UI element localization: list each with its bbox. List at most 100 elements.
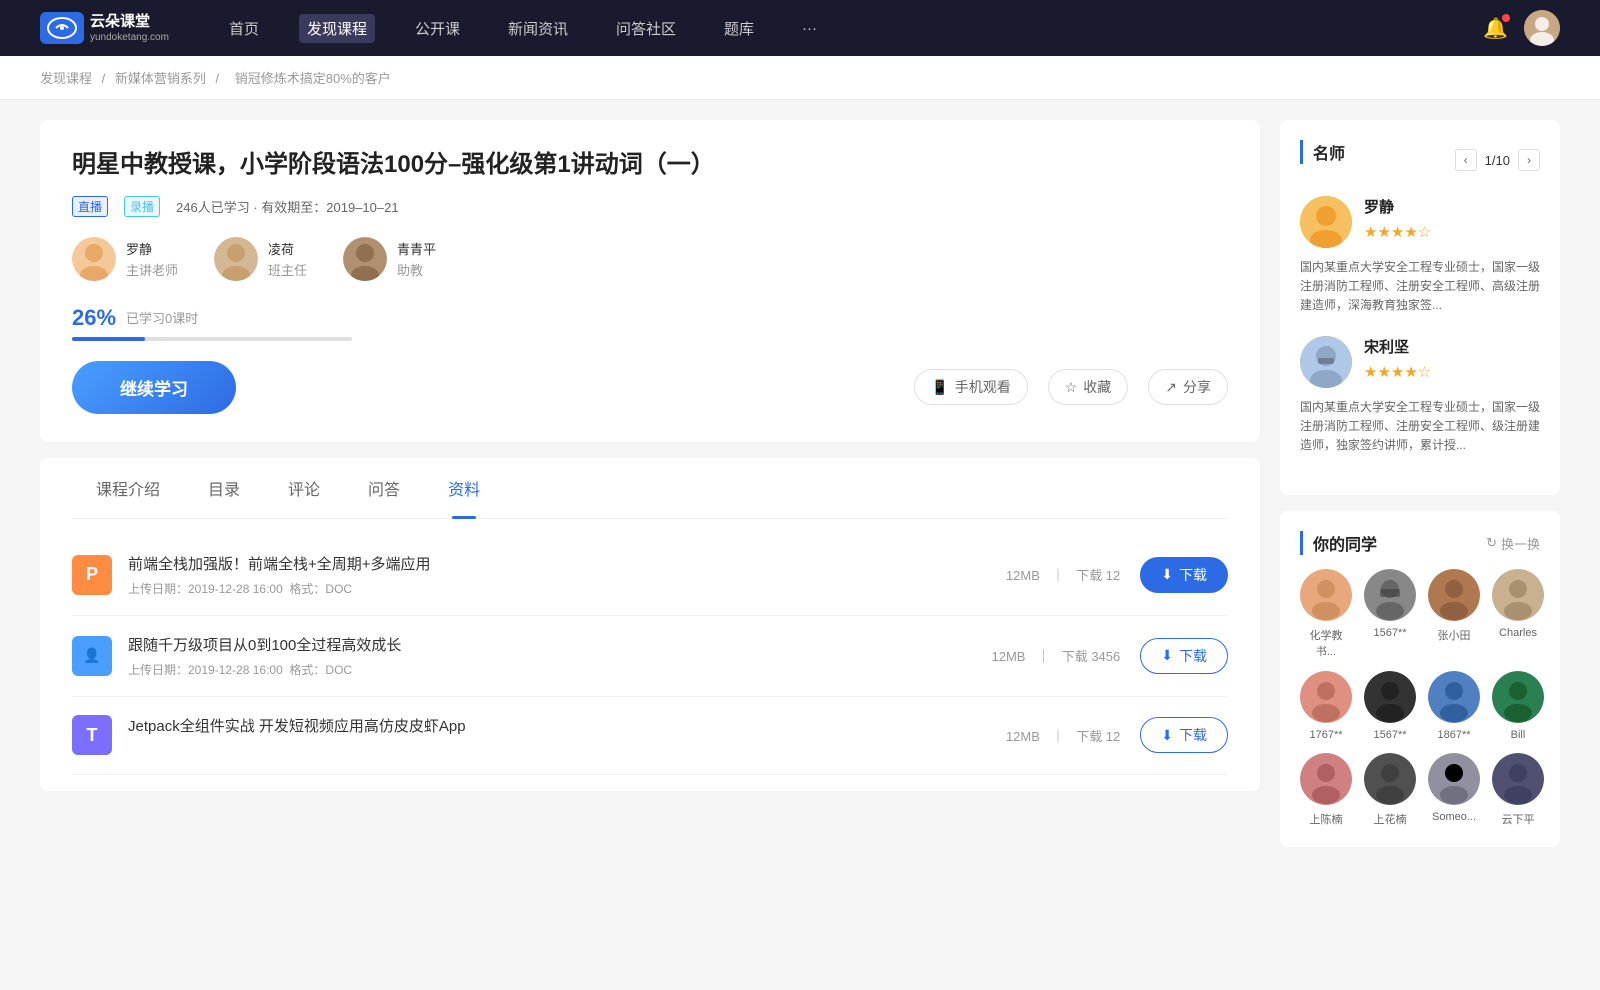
nav-quiz[interactable]: 题库	[716, 14, 762, 43]
tab-catalog[interactable]: 目录	[184, 458, 264, 518]
teacher-card-1-desc: 国内某重点大学安全工程专业硕士，国家一级注册消防工程师、注册安全工程师、级注册建…	[1300, 398, 1540, 456]
share-icon: ↗	[1165, 379, 1177, 396]
resource-info-0: 前端全栈加强版！前端全栈+全周期+多端应用 上传日期：2019-12-28 16…	[128, 553, 986, 597]
teacher-0-role: 主讲老师	[126, 260, 178, 279]
teacher-0-name: 罗静	[126, 239, 178, 258]
classmates-panel-title: 你的同学	[1300, 531, 1377, 555]
classmate-8: 上陈楠	[1300, 753, 1352, 827]
classmate-3-avatar	[1492, 569, 1544, 621]
action-buttons: 📱 手机观看 ☆ 收藏 ↗ 分享	[914, 369, 1228, 405]
teachers-panel-nav: ‹ 1/10 ›	[1455, 149, 1540, 171]
course-actions: 继续学习 📱 手机观看 ☆ 收藏 ↗ 分享	[72, 361, 1228, 414]
classmate-0-name: 化学教书...	[1300, 627, 1352, 659]
teacher-2-role: 助教	[397, 260, 436, 279]
teacher-card-1-details: 宋利坚 ★★★★☆	[1364, 336, 1431, 381]
nav-more[interactable]: ···	[794, 16, 825, 41]
classmate-1-avatar	[1364, 569, 1416, 621]
teacher-card-0-details: 罗静 ★★★★☆	[1364, 196, 1431, 241]
tab-intro[interactable]: 课程介绍	[72, 458, 184, 518]
resource-meta-2	[128, 742, 986, 756]
resource-icon-1: 👤	[72, 636, 112, 676]
classmate-3-name: Charles	[1499, 627, 1537, 639]
tab-resources[interactable]: 资料	[424, 458, 504, 518]
badge-record: 录播	[124, 196, 160, 217]
teacher-card-0-avatar	[1300, 196, 1352, 248]
tab-review[interactable]: 评论	[264, 458, 344, 518]
resource-icon-2: T	[72, 715, 112, 755]
resource-title-1: 跟随千万级项目从0到100全过程高效成长	[128, 634, 971, 655]
mobile-icon: 📱	[931, 379, 948, 396]
classmate-11-name: 云下平	[1502, 811, 1535, 827]
teacher-0-avatar	[72, 237, 116, 281]
breadcrumb-discover[interactable]: 发现课程	[40, 71, 92, 86]
teachers-panel: 名师 ‹ 1/10 › 罗静 ★★★★☆ 国内	[1280, 120, 1560, 495]
nav-home[interactable]: 首页	[221, 14, 267, 43]
collect-button[interactable]: ☆ 收藏	[1048, 369, 1129, 405]
classmate-4: 1767**	[1300, 671, 1352, 741]
collect-label: 收藏	[1083, 377, 1111, 397]
tabs-header: 课程介绍 目录 评论 问答 资料	[72, 458, 1228, 519]
breadcrumb-current: 销冠修炼术搞定80%的客户	[235, 71, 391, 86]
classmate-7-avatar	[1492, 671, 1544, 723]
classmate-10-name: Someo...	[1432, 811, 1476, 823]
teacher-1-info: 凌荷 班主任	[268, 239, 307, 279]
teacher-2-name: 青青平	[397, 239, 436, 258]
nav-discover[interactable]: 发现课程	[299, 14, 375, 43]
resource-info-1: 跟随千万级项目从0到100全过程高效成长 上传日期：2019-12-28 16:…	[128, 634, 971, 678]
tabs-section: 课程介绍 目录 评论 问答 资料 P 前端全栈加强版！前端全栈+全周期+多端应用…	[40, 458, 1260, 791]
breadcrumb-series[interactable]: 新媒体营销系列	[115, 71, 206, 86]
progress-text: 已学习0课时	[126, 308, 198, 327]
bell-notification-dot	[1502, 14, 1510, 22]
resource-meta-0: 上传日期：2019-12-28 16:00 格式：DOC	[128, 580, 986, 597]
teachers-page: 1/10	[1485, 153, 1510, 168]
download-button-1[interactable]: ⬇ 下载	[1140, 638, 1228, 674]
classmate-8-avatar	[1300, 753, 1352, 805]
share-button[interactable]: ↗ 分享	[1148, 369, 1228, 405]
main-container: 明星中教授课，小学阶段语法100分–强化级第1讲动词（一） 直播 录播 246人…	[0, 100, 1600, 867]
nav-qa[interactable]: 问答社区	[608, 14, 684, 43]
resource-item-0: P 前端全栈加强版！前端全栈+全周期+多端应用 上传日期：2019-12-28 …	[72, 535, 1228, 616]
classmate-7: Bill	[1492, 671, 1544, 741]
logo-icon	[40, 12, 84, 44]
teacher-0-info: 罗静 主讲老师	[126, 239, 178, 279]
teacher-2-avatar	[343, 237, 387, 281]
resource-stats-1: 12MB ｜ 下载 3456	[987, 646, 1124, 665]
resource-item-1: 👤 跟随千万级项目从0到100全过程高效成长 上传日期：2019-12-28 1…	[72, 616, 1228, 697]
download-button-2[interactable]: ⬇ 下载	[1140, 717, 1228, 753]
nav-open[interactable]: 公开课	[407, 14, 468, 43]
teacher-card-0-desc: 国内某重点大学安全工程专业硕士，国家一级注册消防工程师、注册安全工程师、高级注册…	[1300, 258, 1540, 316]
teacher-1-name: 凌荷	[268, 239, 307, 258]
tab-qa[interactable]: 问答	[344, 458, 424, 518]
mobile-label: 手机观看	[955, 377, 1011, 397]
mobile-watch-button[interactable]: 📱 手机观看	[914, 369, 1027, 405]
download-button-0[interactable]: ⬇ 下载	[1140, 557, 1228, 593]
resource-stats-2: 12MB ｜ 下载 12	[1002, 726, 1124, 745]
classmate-10: Someo...	[1428, 753, 1480, 827]
classmate-7-name: Bill	[1511, 729, 1526, 741]
breadcrumb: 发现课程 / 新媒体营销系列 / 销冠修炼术搞定80%的客户	[0, 56, 1600, 100]
logo[interactable]: 云朵课堂 yundoketang.com	[40, 12, 169, 45]
teacher-2-info: 青青平 助教	[397, 239, 436, 279]
classmate-9: 上花楠	[1364, 753, 1416, 827]
share-label: 分享	[1183, 377, 1211, 397]
teachers-next-button[interactable]: ›	[1518, 149, 1540, 171]
continue-button[interactable]: 继续学习	[72, 361, 236, 414]
nav-news[interactable]: 新闻资讯	[500, 14, 576, 43]
download-icon-2: ⬇	[1161, 727, 1173, 744]
classmate-5-avatar	[1364, 671, 1416, 723]
teachers-prev-button[interactable]: ‹	[1455, 149, 1477, 171]
progress-pct: 26%	[72, 305, 116, 331]
classmate-4-name: 1767**	[1309, 729, 1342, 741]
refresh-icon: ↻	[1486, 535, 1497, 551]
classmate-9-avatar	[1364, 753, 1416, 805]
bell-icon[interactable]: 🔔	[1483, 16, 1508, 41]
classmate-8-name: 上陈楠	[1310, 811, 1343, 827]
refresh-button[interactable]: ↻ 换一换	[1486, 534, 1540, 553]
teachers-panel-title: 名师	[1300, 140, 1345, 164]
progress-section: 26% 已学习0课时	[72, 305, 1228, 341]
teacher-card-1-stars: ★★★★☆	[1364, 363, 1431, 381]
download-icon-0: ⬇	[1161, 566, 1173, 583]
refresh-label: 换一换	[1501, 534, 1540, 553]
teacher-2: 青青平 助教	[343, 237, 436, 281]
user-avatar[interactable]	[1524, 10, 1560, 46]
